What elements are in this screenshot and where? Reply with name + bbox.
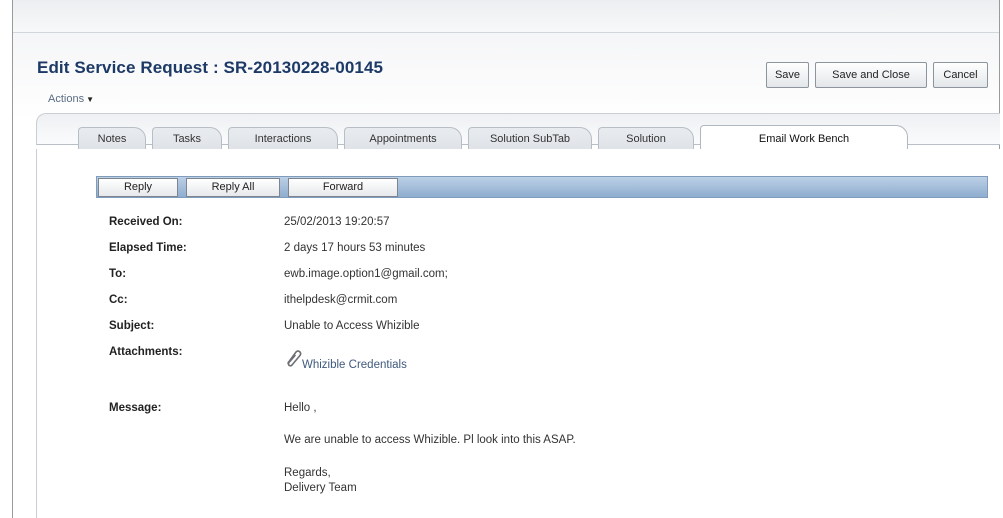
cancel-button[interactable]: Cancel [933, 62, 988, 88]
received-on-value: 25/02/2013 19:20:57 [284, 216, 390, 228]
save-and-close-button[interactable]: Save and Close [815, 62, 927, 88]
tab-notes[interactable]: Notes [78, 127, 146, 149]
tab-email-work-bench[interactable]: Email Work Bench [700, 125, 908, 150]
attachment-link[interactable]: Whizible Credentials [302, 359, 407, 371]
subject-value: Unable to Access Whizible [284, 320, 420, 332]
reply-button[interactable]: Reply [98, 178, 178, 197]
forward-button[interactable]: Forward [288, 178, 398, 197]
to-label: To: [109, 268, 127, 280]
received-on-label: Received On: [109, 216, 183, 228]
actions-menu[interactable]: Actions ▼ [48, 93, 94, 105]
reply-all-button[interactable]: Reply All [186, 178, 280, 197]
chevron-down-icon: ▼ [86, 95, 94, 104]
save-button[interactable]: Save [766, 62, 809, 88]
tab-solution-subtab[interactable]: Solution SubTab [468, 127, 592, 149]
top-band [13, 0, 999, 33]
tab-solution[interactable]: Solution [598, 127, 694, 149]
tab-appointments[interactable]: Appointments [344, 127, 462, 149]
content-area [36, 149, 1000, 518]
page-title: Edit Service Request : SR-20130228-00145 [37, 58, 384, 77]
message-body: We are unable to access Whizible. Pl loo… [284, 434, 576, 446]
actions-label: Actions [48, 93, 85, 105]
tab-tasks[interactable]: Tasks [152, 127, 222, 149]
subject-label: Subject: [109, 320, 155, 332]
message-greeting: Hello , [284, 402, 317, 414]
message-closing: Regards, [284, 467, 331, 479]
to-value: ewb.image.option1@gmail.com; [284, 268, 448, 280]
message-signature: Delivery Team [284, 482, 357, 494]
elapsed-time-label: Elapsed Time: [109, 242, 187, 254]
elapsed-time-value: 2 days 17 hours 53 minutes [284, 242, 426, 254]
paperclip-icon [287, 350, 302, 367]
tab-interactions[interactable]: Interactions [228, 127, 338, 149]
cc-label: Cc: [109, 294, 128, 306]
message-label: Message: [109, 402, 162, 414]
cc-value: ithelpdesk@crmit.com [284, 294, 398, 306]
attachments-label: Attachments: [109, 346, 183, 358]
